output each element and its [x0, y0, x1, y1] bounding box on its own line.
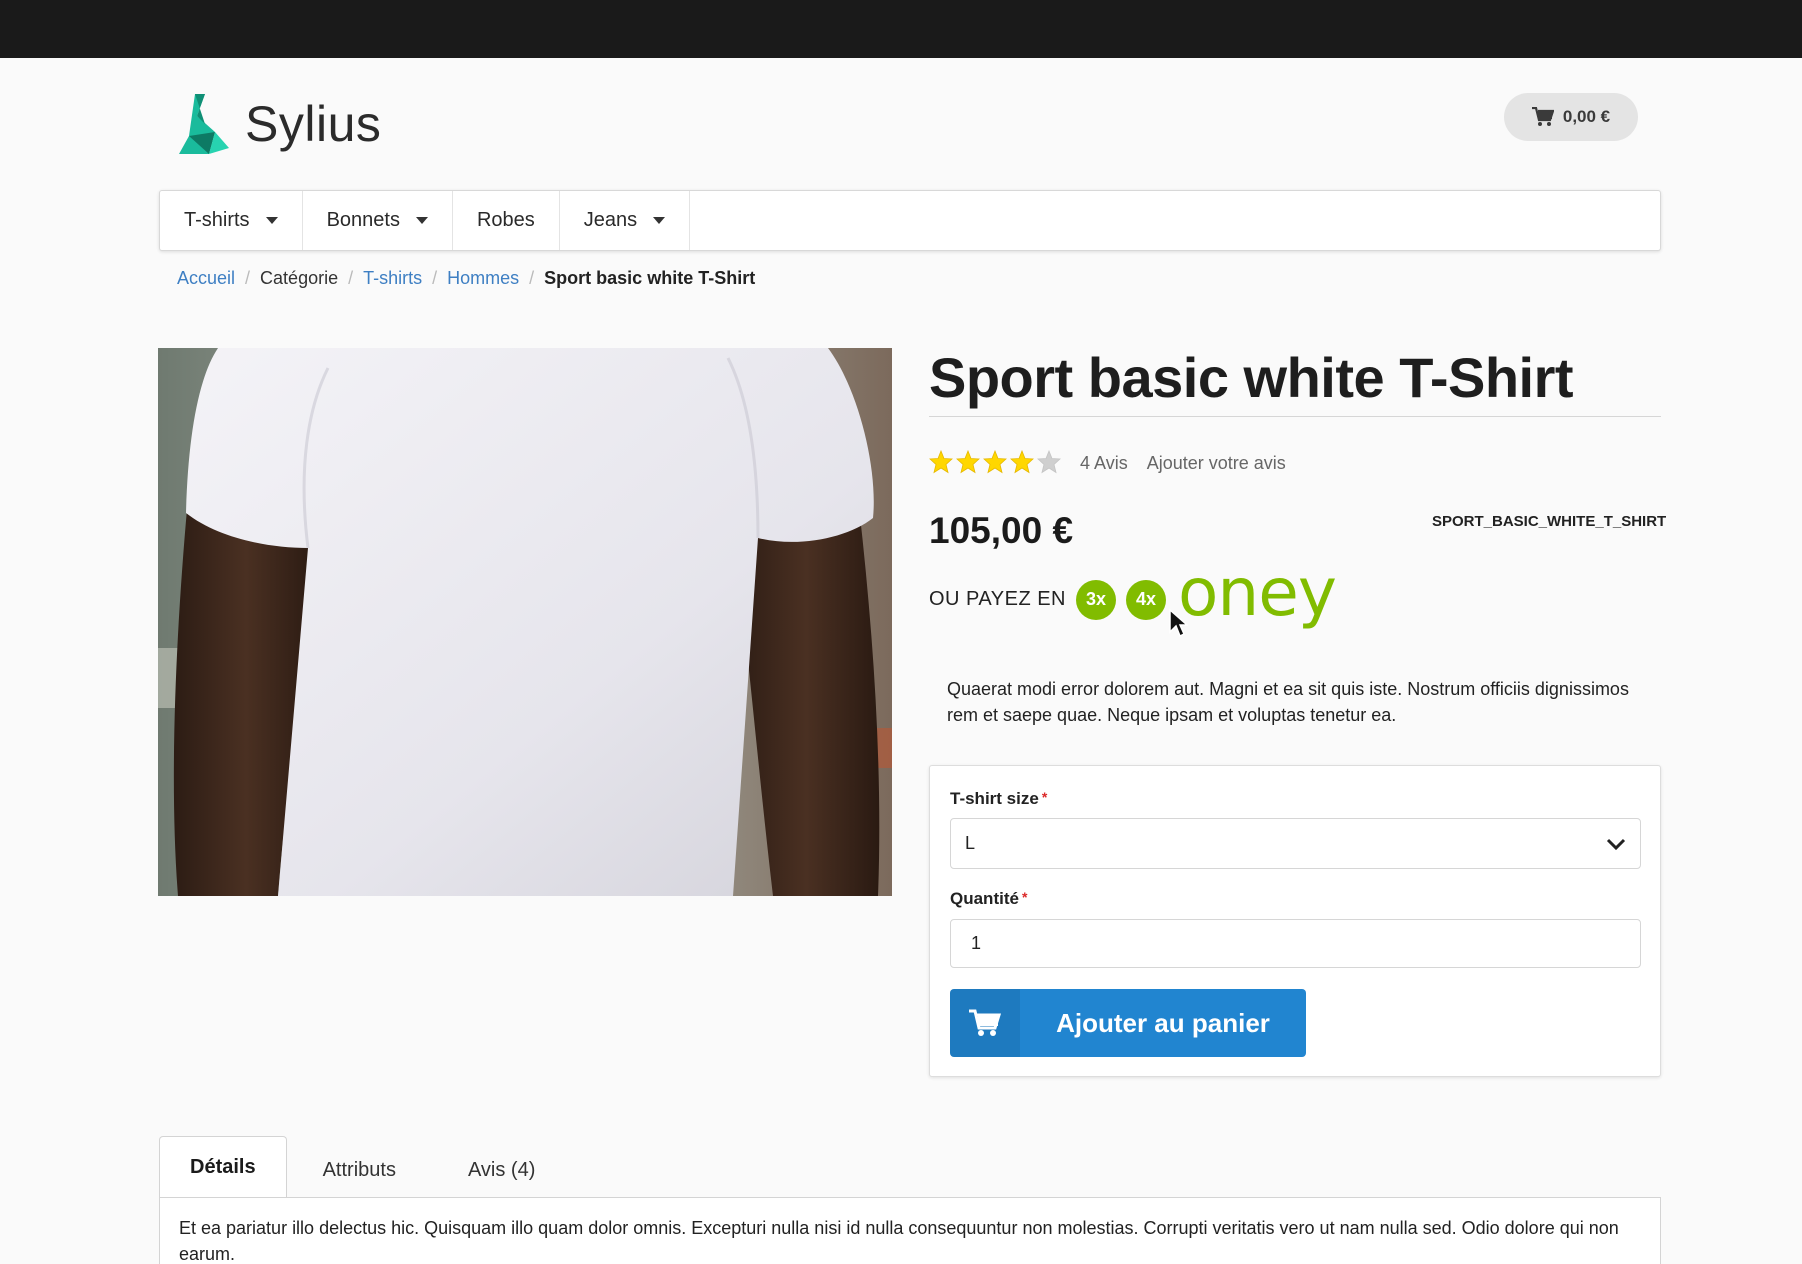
main-menu: T-shirts Bonnets Robes Jeans	[159, 190, 1661, 251]
add-to-cart-form: T-shirt size* L Quantité* Ajouter au pan…	[929, 765, 1661, 1077]
oney-4x-badge: 4x	[1126, 579, 1167, 620]
required-mark: *	[1021, 889, 1028, 905]
cart-icon	[1531, 107, 1554, 126]
tab-attributes[interactable]: Attributs	[287, 1142, 432, 1198]
breadcrumb-divider: /	[529, 268, 535, 288]
product-photo	[158, 348, 892, 896]
size-select-value: L	[965, 833, 976, 853]
menu-item-label: Robes	[476, 209, 535, 231]
oney-label: OU PAYEZ EN	[929, 588, 1067, 610]
menu-item-tshirts[interactable]: T-shirts	[160, 191, 303, 250]
star-filled-icon	[1010, 450, 1034, 474]
breadcrumb-divider: /	[245, 268, 251, 288]
logo-text: Sylius	[245, 96, 382, 152]
quantity-label: Quantité *	[950, 889, 1027, 909]
product-sku: SPORT_BASIC_WHITE_T_SHIRT	[1432, 513, 1667, 530]
breadcrumb: Accueil / Catégorie / T-shirts / Hommes …	[177, 268, 755, 289]
star-filled-icon	[956, 450, 980, 474]
cart-total: 0,00 €	[1562, 107, 1611, 126]
breadcrumb-men[interactable]: Hommes	[447, 268, 519, 289]
breadcrumb-home[interactable]: Accueil	[177, 268, 235, 289]
star-filled-icon	[929, 450, 953, 474]
menu-item-jeans[interactable]: Jeans	[560, 191, 691, 250]
oney-3x-badge: 3x	[1076, 579, 1117, 620]
product-tabs: Détails Attributs Avis (4)	[159, 1136, 571, 1198]
breadcrumb-tshirts[interactable]: T-shirts	[363, 268, 422, 289]
product-title: Sport basic white T-Shirt	[929, 346, 1574, 409]
menu-item-label: Jeans	[583, 209, 638, 231]
menu-item-label: Bonnets	[326, 209, 400, 231]
cart-icon	[950, 989, 1020, 1057]
product-description: Quaerat modi error dolorem aut. Magni et…	[947, 679, 1629, 725]
product-image[interactable]	[158, 348, 892, 896]
menu-item-robes[interactable]: Robes	[453, 191, 560, 250]
rating-stars	[929, 450, 1061, 474]
quantity-label-text: Quantité	[950, 889, 1019, 908]
breadcrumb-current: Sport basic white T-Shirt	[544, 268, 756, 288]
caret-down-icon	[653, 217, 666, 224]
browser-top-bar	[0, 0, 1802, 58]
tab-panel-details: Et ea pariatur illo delectus hic. Quisqu…	[159, 1197, 1661, 1264]
tab-reviews[interactable]: Avis (4)	[432, 1142, 571, 1198]
star-empty-icon	[1037, 450, 1061, 474]
breadcrumb-category: Catégorie	[260, 268, 339, 288]
product-price: 105,00 €	[929, 510, 1074, 551]
add-review-link[interactable]: Ajouter votre avis	[1147, 453, 1286, 474]
chevron-down-icon	[1606, 838, 1626, 850]
add-to-cart-button[interactable]: Ajouter au panier	[950, 989, 1306, 1057]
tab-details[interactable]: Détails	[159, 1136, 287, 1198]
required-mark: *	[1041, 789, 1048, 805]
quantity-input[interactable]	[950, 919, 1641, 968]
star-filled-icon	[983, 450, 1007, 474]
size-select[interactable]: L	[950, 818, 1641, 869]
oney-logo: oney	[1178, 554, 1337, 631]
breadcrumb-divider: /	[432, 268, 438, 288]
title-divider	[929, 416, 1661, 417]
breadcrumb-divider: /	[348, 268, 354, 288]
caret-down-icon	[265, 217, 278, 224]
menu-item-label: T-shirts	[184, 209, 250, 231]
mouse-pointer-icon	[1169, 608, 1188, 638]
add-to-cart-label: Ajouter au panier	[1056, 1007, 1270, 1038]
menu-item-bonnets[interactable]: Bonnets	[303, 191, 453, 250]
cart-button[interactable]: 0,00 €	[1504, 93, 1638, 141]
oney-payment-banner[interactable]: OU PAYEZ EN 3x 4x oney	[929, 554, 1337, 631]
size-label: T-shirt size *	[950, 789, 1047, 809]
reviews-count-link[interactable]: 4 Avis	[1080, 453, 1128, 474]
site-logo[interactable]: Sylius	[175, 92, 381, 156]
size-label-text: T-shirt size	[950, 789, 1039, 808]
sylius-logo-icon	[179, 94, 229, 154]
caret-down-icon	[415, 217, 428, 224]
